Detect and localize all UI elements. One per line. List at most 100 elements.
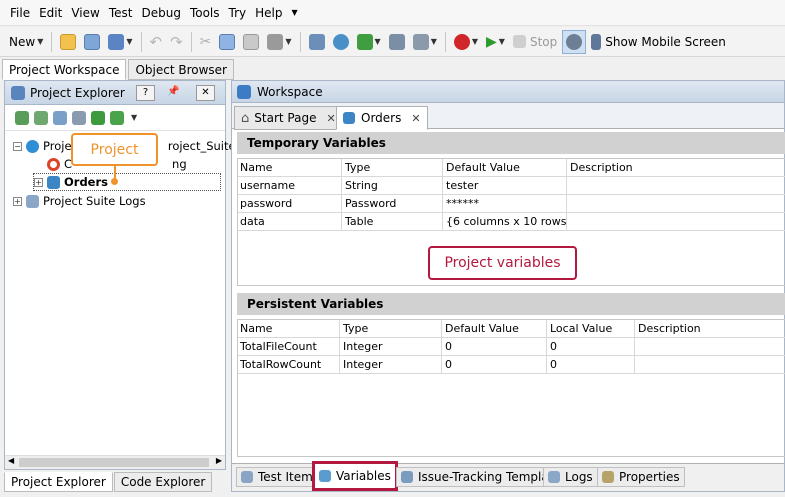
horizontal-scrollbar[interactable]: ◀ ▶ <box>5 455 225 469</box>
tab-project-explorer[interactable]: Project Explorer <box>4 472 113 492</box>
open-button[interactable] <box>57 30 79 54</box>
menu-view[interactable]: View <box>71 6 99 20</box>
column-header[interactable]: Description <box>635 320 785 337</box>
scroll-right-icon[interactable]: ▶ <box>216 456 222 465</box>
delete-button[interactable]: ▼ <box>264 30 294 54</box>
expand-icon[interactable]: + <box>34 177 43 187</box>
add-item-icon[interactable] <box>34 110 48 125</box>
add-existing-icon[interactable] <box>53 110 67 125</box>
paste-button[interactable] <box>240 30 262 54</box>
scroll-thumb[interactable] <box>19 458 209 467</box>
pin-button[interactable]: 📌 <box>164 85 183 101</box>
tab-logs[interactable]: Logs <box>543 467 598 487</box>
close-panel-button[interactable]: ✕ <box>196 85 215 101</box>
tree-item-orders[interactable]: + Orders <box>33 173 221 191</box>
column-header[interactable]: Type <box>342 159 443 176</box>
table-row[interactable]: username String tester <box>237 177 785 195</box>
tab-variables[interactable]: Variables <box>312 461 398 491</box>
cell-description[interactable] <box>635 356 785 373</box>
run-project-icon[interactable] <box>91 110 105 125</box>
scissors-icon: ✂ <box>199 33 212 50</box>
screen-button[interactable] <box>386 30 408 54</box>
cell-default-value[interactable]: 0 <box>442 356 547 373</box>
cell-default-value[interactable]: ****** <box>443 195 567 212</box>
copy-button[interactable] <box>216 30 238 54</box>
cell-type[interactable]: Table <box>342 213 443 230</box>
table-row[interactable]: data Table {6 columns x 10 rows} <box>237 213 785 231</box>
menu-debug[interactable]: Debug <box>141 6 180 20</box>
stop-button[interactable]: Stop <box>510 30 560 54</box>
variables-icon <box>319 470 331 482</box>
run-item-icon[interactable] <box>110 110 124 125</box>
tab-properties[interactable]: Properties <box>597 467 685 487</box>
cell-name[interactable]: password <box>237 195 342 212</box>
table-row[interactable]: TotalRowCount Integer 0 0 <box>237 356 785 374</box>
cell-description[interactable] <box>567 213 785 230</box>
tab-object-browser[interactable]: Object Browser <box>128 59 234 80</box>
undo-button[interactable]: ↶ <box>147 30 166 54</box>
expand-icon[interactable]: + <box>13 196 22 206</box>
cell-type[interactable]: Integer <box>340 338 442 355</box>
debug-button[interactable] <box>562 29 587 54</box>
save-button[interactable]: ▼ <box>105 30 135 54</box>
show-mobile-screen-button[interactable]: Show Mobile Screen <box>588 30 729 54</box>
scroll-left-icon[interactable]: ◀ <box>8 456 14 465</box>
cell-local-value[interactable]: 0 <box>547 356 635 373</box>
cell-name[interactable]: TotalRowCount <box>237 356 340 373</box>
close-project-button[interactable] <box>81 30 103 54</box>
cut-button[interactable]: ✂ <box>197 30 215 54</box>
add-item-button[interactable] <box>306 30 328 54</box>
table-row[interactable]: password Password ****** <box>237 195 785 213</box>
close-icon[interactable]: ✕ <box>326 112 335 125</box>
menu-test[interactable]: Test <box>109 6 133 20</box>
column-header[interactable]: Description <box>567 159 785 176</box>
checkpoint-button[interactable]: ▼ <box>354 30 384 54</box>
tab-orders[interactable]: Orders ✕ <box>336 106 428 130</box>
chevron-down-icon[interactable]: ▼ <box>131 113 137 122</box>
tab-test-items[interactable]: Test Items <box>236 467 325 487</box>
cell-default-value[interactable]: {6 columns x 10 rows} <box>443 213 567 230</box>
column-header[interactable]: Default Value <box>442 320 547 337</box>
menu-file[interactable]: File <box>10 6 30 20</box>
new-button[interactable]: New ▼ <box>6 30 46 54</box>
add-project-icon[interactable] <box>15 110 29 125</box>
cell-name[interactable]: data <box>237 213 342 230</box>
cell-name[interactable]: username <box>237 177 342 194</box>
checkpoint-icon <box>356 33 373 50</box>
table-row[interactable]: TotalFileCount Integer 0 0 <box>237 338 785 356</box>
redo-button[interactable]: ↷ <box>167 30 186 54</box>
properties-icon[interactable] <box>72 110 86 125</box>
menu-edit[interactable]: Edit <box>39 6 62 20</box>
database-button[interactable]: ▼ <box>410 30 440 54</box>
column-header[interactable]: Type <box>340 320 442 337</box>
cell-default-value[interactable]: 0 <box>442 338 547 355</box>
tab-start-page[interactable]: ⌂ Start Page ✕ <box>234 106 343 130</box>
web-button[interactable] <box>330 30 352 54</box>
save-icon <box>108 33 125 50</box>
record-button[interactable]: ▼ <box>451 30 481 54</box>
column-header[interactable]: Local Value <box>547 320 635 337</box>
cell-default-value[interactable]: tester <box>443 177 567 194</box>
cell-type[interactable]: Integer <box>340 356 442 373</box>
menu-overflow-icon[interactable]: ▼ <box>291 8 297 17</box>
cell-name[interactable]: TotalFileCount <box>237 338 340 355</box>
tree-item-project-suite-logs[interactable]: + Project Suite Logs <box>13 192 146 210</box>
cell-type[interactable]: Password <box>342 195 443 212</box>
menu-try[interactable]: Try <box>229 6 247 20</box>
collapse-icon[interactable]: − <box>13 141 22 151</box>
run-button[interactable]: ▶ ▼ <box>483 30 508 54</box>
cell-type[interactable]: String <box>342 177 443 194</box>
tab-project-workspace[interactable]: Project Workspace <box>2 59 127 80</box>
menu-help[interactable]: Help <box>255 6 282 20</box>
cell-description[interactable] <box>567 177 785 194</box>
column-header[interactable]: Name <box>237 320 340 337</box>
close-icon[interactable]: ✕ <box>411 112 420 125</box>
column-header[interactable]: Name <box>237 159 342 176</box>
tab-code-explorer[interactable]: Code Explorer <box>113 472 213 492</box>
cell-description[interactable] <box>567 195 785 212</box>
cell-local-value[interactable]: 0 <box>547 338 635 355</box>
column-header[interactable]: Default Value <box>443 159 567 176</box>
help-button[interactable]: ? <box>136 85 155 101</box>
menu-tools[interactable]: Tools <box>190 6 220 20</box>
cell-description[interactable] <box>635 338 785 355</box>
